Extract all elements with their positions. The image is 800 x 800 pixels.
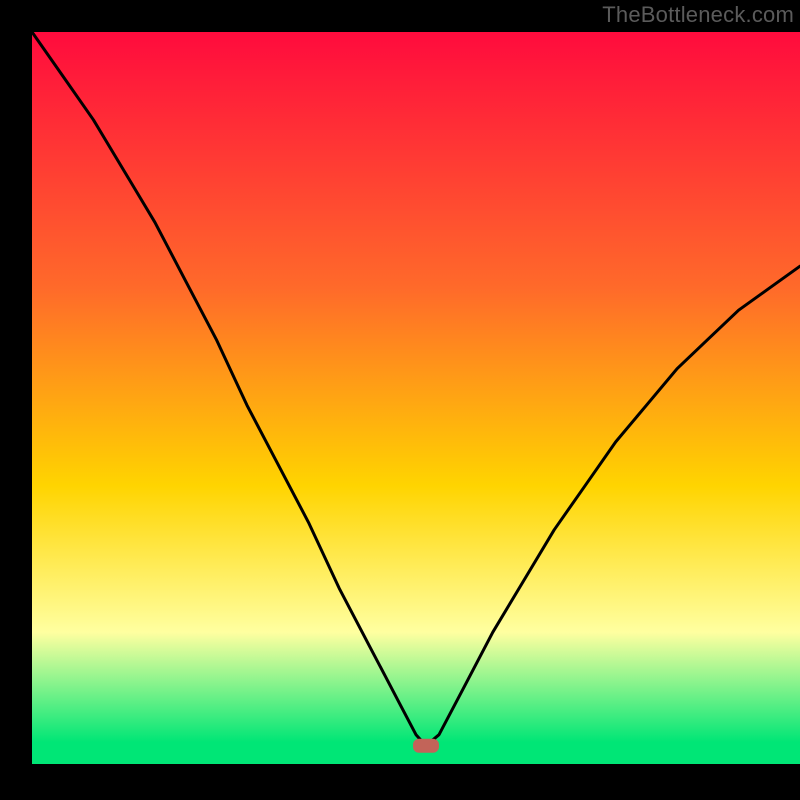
gradient-background bbox=[32, 32, 800, 764]
bottleneck-plot bbox=[0, 0, 800, 800]
chart-frame: TheBottleneck.com bbox=[0, 0, 800, 800]
optimum-marker bbox=[413, 739, 439, 753]
watermark-text: TheBottleneck.com bbox=[602, 2, 794, 28]
